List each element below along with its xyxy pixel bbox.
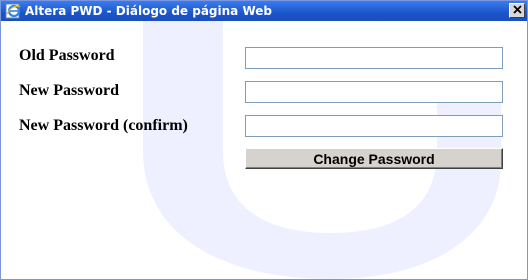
dialog-window: Altera PWD - Diálogo de página Web Old P… <box>0 0 528 280</box>
close-button[interactable] <box>509 3 525 18</box>
old-password-input[interactable] <box>245 47 503 69</box>
confirm-password-input[interactable] <box>245 115 503 137</box>
change-password-button[interactable]: Change Password <box>245 148 503 169</box>
title-bar: Altera PWD - Diálogo de página Web <box>1 1 527 21</box>
window-title: Altera PWD - Diálogo de página Web <box>25 4 272 18</box>
new-password-label: New Password <box>19 82 119 99</box>
old-password-label: Old Password <box>19 47 115 64</box>
ie-page-icon <box>5 3 21 19</box>
dialog-content: Old Password New Password New Password (… <box>1 21 527 279</box>
close-icon <box>512 5 522 16</box>
confirm-password-label: New Password (confirm) <box>19 117 188 134</box>
new-password-input[interactable] <box>245 81 503 103</box>
